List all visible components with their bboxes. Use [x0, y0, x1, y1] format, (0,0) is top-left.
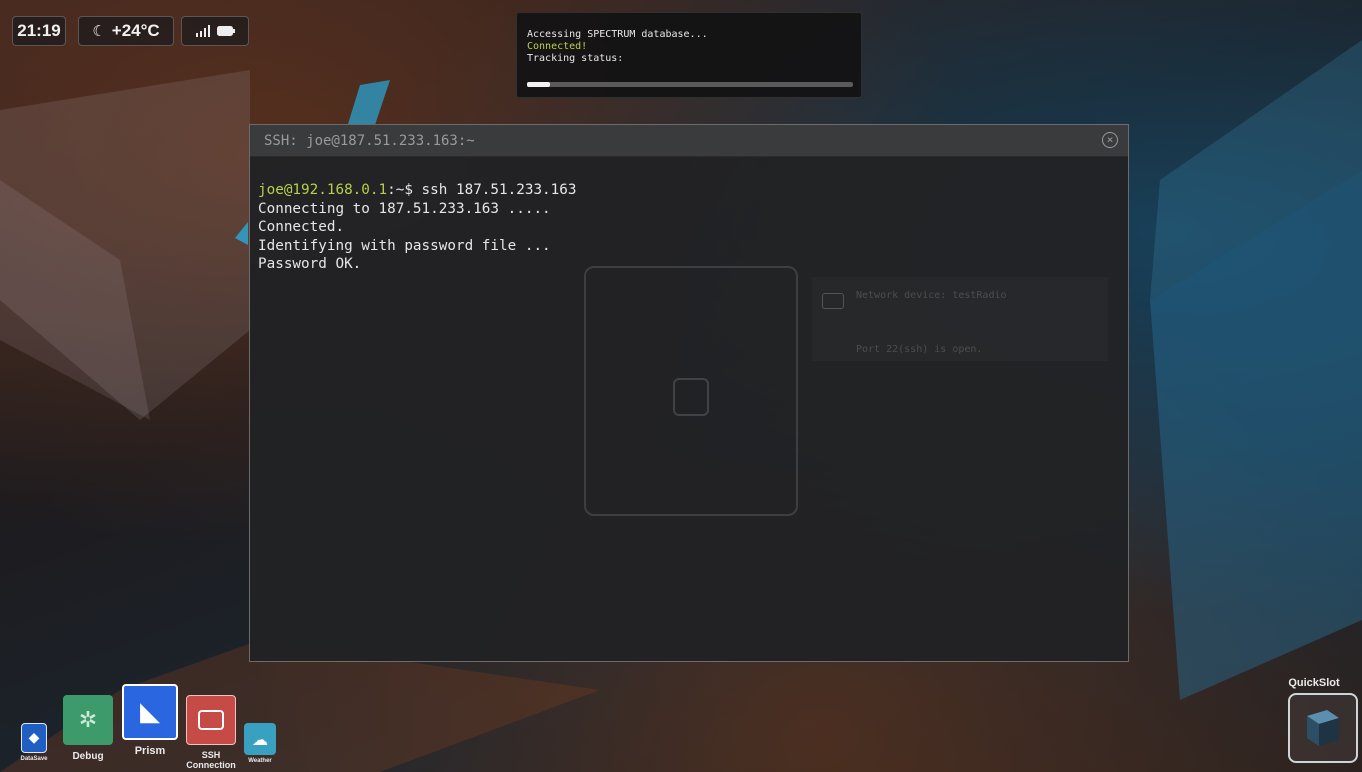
terminal-prompt-line: joe@192.168.0.1:~$ ssh 187.51.233.163 — [258, 181, 1120, 200]
dock-label-prism: Prism — [134, 745, 166, 757]
weather-chip: ☾ +24°C — [78, 16, 174, 46]
tracking-progress-bar — [527, 82, 853, 87]
clock-chip: 21:19 — [12, 16, 66, 46]
close-button[interactable]: × — [1102, 132, 1118, 148]
prism-icon: ◣ — [140, 697, 160, 727]
prompt-command: :~$ ssh 187.51.233.163 — [387, 182, 577, 198]
diamond-icon: ◆ — [28, 730, 40, 746]
ssh-window[interactable]: SSH: joe@187.51.233.163:~ × Network devi… — [249, 124, 1129, 662]
dock-item-prism[interactable]: ◣ — [122, 684, 178, 740]
dock-label-ssh-connection: SSH Connection — [186, 750, 236, 770]
spectrum-notification: Accessing SPECTRUM database... Connected… — [516, 12, 862, 98]
dock-label-weather: Weather — [248, 758, 272, 764]
terminal-line: Connected. — [258, 219, 345, 235]
dock-label-debug: Debug — [72, 751, 104, 762]
battery-icon — [217, 26, 235, 36]
clock-time: 21:19 — [17, 21, 61, 40]
weather-temperature: +24°C — [111, 21, 160, 40]
notification-line-2: Connected! — [527, 41, 588, 52]
tracking-progress-fill — [527, 82, 550, 87]
ssh-window-titlebar[interactable]: SSH: joe@187.51.233.163:~ × — [250, 125, 1128, 157]
dock-item-weather[interactable]: ☁ — [244, 723, 276, 755]
ghost-lock-icon — [673, 378, 709, 416]
dock-item-datasave[interactable]: ◆ — [21, 723, 47, 753]
terminal-line: Identifying with password file ... — [258, 237, 551, 254]
prompt-user: joe@192.168.0.1 — [258, 182, 388, 198]
dock-item-ssh-connection[interactable] — [186, 695, 236, 745]
signal-icon — [196, 25, 210, 37]
notification-line-1: Accessing SPECTRUM database... — [527, 29, 708, 40]
terminal-output[interactable]: joe@192.168.0.1:~$ ssh 187.51.233.163 Co… — [250, 157, 1128, 274]
quickslot-label: QuickSlot — [1288, 677, 1340, 689]
weather-icon: ☾ — [92, 23, 106, 40]
weather-app-icon: ☁ — [252, 729, 268, 749]
monitor-icon — [198, 710, 224, 730]
cube-icon — [1307, 710, 1339, 746]
ghost-network-card: Network device: testRadio Port 22(ssh) i… — [812, 277, 1108, 361]
ghost-device-footer: Port 22(ssh) is open. — [856, 344, 983, 355]
system-chip — [181, 16, 249, 46]
ssh-window-title: SSH: joe@187.51.233.163:~ — [264, 132, 475, 149]
terminal-line: Connecting to 187.51.233.163 ..... — [258, 200, 551, 217]
dock-item-debug[interactable]: ✲ — [63, 695, 113, 745]
ghost-device-title: Network device: testRadio — [856, 290, 1007, 301]
quickslot-button[interactable] — [1288, 693, 1358, 763]
ghost-device-frame — [584, 266, 798, 516]
dock-label-datasave: DataSave — [20, 756, 48, 762]
close-icon: × — [1106, 133, 1114, 146]
ghost-monitor-icon — [822, 293, 844, 309]
notification-line-3: Tracking status: — [527, 53, 624, 64]
bug-icon: ✲ — [78, 707, 98, 733]
